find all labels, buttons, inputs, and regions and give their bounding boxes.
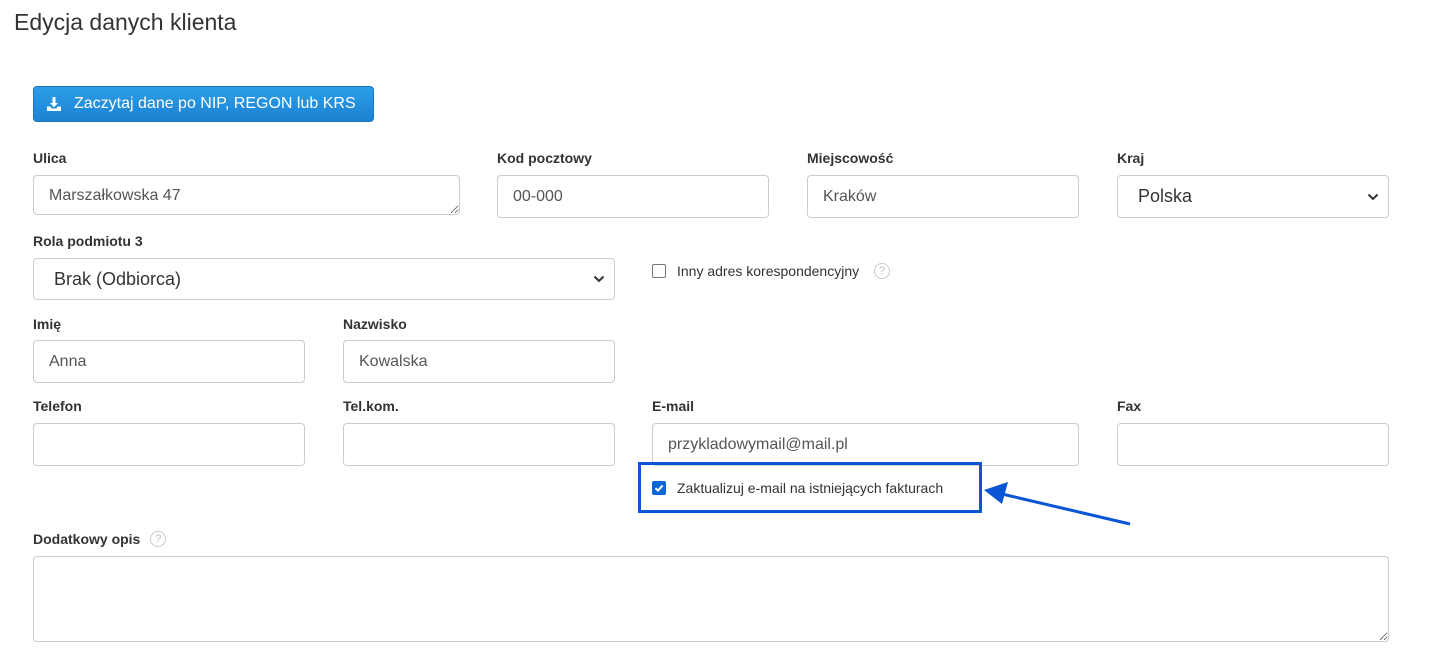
description-label-text: Dodatkowy opis [33, 531, 141, 547]
country-select[interactable]: Polska [1117, 175, 1389, 218]
page-title: Edycja danych klienta [14, 9, 237, 35]
fax-input[interactable] [1117, 423, 1389, 466]
fetch-company-data-button[interactable]: Zaczytaj dane po NIP, REGON lub KRS [33, 86, 374, 122]
role-select[interactable]: Brak (Odbiorca) [33, 258, 615, 300]
first-name-label: Imię [33, 316, 62, 332]
first-name-input[interactable] [33, 340, 305, 383]
last-name-input[interactable] [343, 340, 615, 383]
chevron-down-icon [593, 275, 605, 283]
city-input[interactable] [807, 175, 1079, 218]
country-select-value: Polska [1138, 186, 1193, 206]
question-circle-icon[interactable]: ? [874, 263, 891, 279]
update-email-checkbox[interactable] [652, 481, 666, 495]
update-email-option: Zaktualizuj e-mail na istniejących faktu… [652, 480, 943, 496]
fax-label: Fax [1117, 398, 1142, 414]
role-label: Rola podmiotu 3 [33, 233, 143, 249]
postal-code-label: Kod pocztowy [497, 150, 592, 166]
role-select-value: Brak (Odbiorca) [54, 268, 182, 289]
street-input[interactable]: Marszałkowska 47 [33, 175, 460, 215]
description-textarea[interactable] [33, 556, 1389, 642]
fetch-company-data-label: Zaczytaj dane po NIP, REGON lub KRS [74, 95, 356, 112]
check-icon [654, 484, 664, 493]
download-icon [47, 97, 61, 111]
correspondence-address-label: Inny adres korespondencyjny [677, 263, 860, 279]
postal-code-input[interactable] [497, 175, 769, 218]
question-circle-icon[interactable]: ? [150, 531, 167, 547]
city-label: Miejscowość [807, 150, 894, 166]
country-label: Kraj [1117, 150, 1145, 166]
pointer-arrow-icon [984, 482, 1131, 526]
chevron-down-icon [1367, 193, 1379, 200]
update-email-label: Zaktualizuj e-mail na istniejących faktu… [677, 480, 944, 496]
description-label: Dodatkowy opis ? [33, 531, 167, 547]
mobile-input[interactable] [343, 423, 615, 466]
street-label: Ulica [33, 150, 67, 166]
phone-input[interactable] [33, 423, 305, 466]
mobile-label: Tel.kom. [343, 398, 399, 414]
correspondence-address-checkbox[interactable] [652, 264, 666, 278]
correspondence-address-option: Inny adres korespondencyjny ? [652, 263, 891, 279]
email-label: E-mail [652, 398, 695, 414]
last-name-label: Nazwisko [343, 316, 407, 332]
email-input[interactable] [652, 423, 1079, 466]
phone-label: Telefon [33, 398, 82, 414]
